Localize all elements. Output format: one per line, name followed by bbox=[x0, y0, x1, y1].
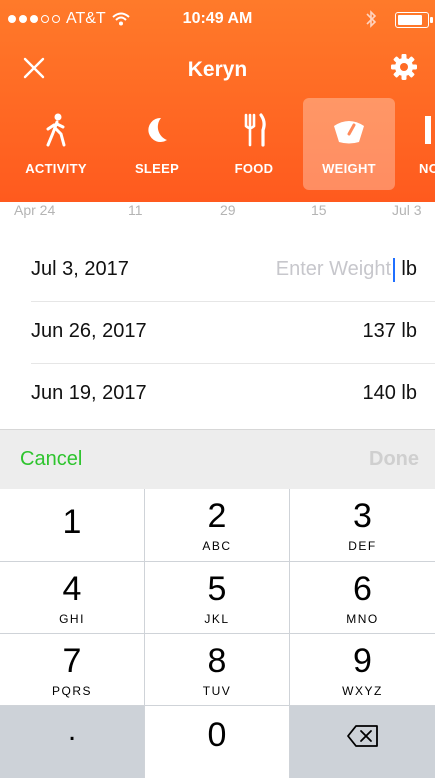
entry-weight: 137 lb bbox=[362, 320, 418, 342]
app-header: AT&T 10:49 AM Keryn ACTIVITY SLEEP FOOD … bbox=[0, 0, 435, 202]
key-5[interactable]: 5 JKL bbox=[145, 562, 289, 633]
key-letters: PQRS bbox=[51, 684, 92, 698]
walking-person-icon bbox=[46, 113, 66, 147]
entry-date: Jul 3, 2017 bbox=[31, 258, 129, 280]
key-6[interactable]: 6 MNO bbox=[290, 562, 435, 633]
text-cursor bbox=[393, 258, 395, 282]
entry-date: Jun 19, 2017 bbox=[31, 382, 147, 404]
entry-weight: 140 lb bbox=[362, 382, 418, 404]
key-letters: GHI bbox=[59, 612, 85, 626]
bluetooth-icon bbox=[366, 10, 377, 28]
weight-input[interactable]: Enter Weight bbox=[276, 258, 391, 281]
key-letters: TUV bbox=[202, 684, 232, 698]
unit-label: lb bbox=[401, 258, 417, 280]
key-4[interactable]: 4 GHI bbox=[0, 562, 144, 633]
battery-icon bbox=[395, 12, 433, 28]
key-decimal[interactable]: . bbox=[0, 706, 144, 778]
axis-tick: 11 bbox=[128, 202, 143, 218]
key-digit: 3 bbox=[353, 497, 372, 535]
backspace-icon bbox=[346, 725, 378, 747]
cancel-button[interactable]: Cancel bbox=[20, 448, 82, 471]
note-icon bbox=[425, 116, 431, 144]
key-7[interactable]: 7 PQRS bbox=[0, 634, 144, 705]
entry-date: Jun 26, 2017 bbox=[31, 320, 147, 342]
key-digit: 6 bbox=[353, 570, 372, 608]
key-letters: WXYZ bbox=[342, 684, 383, 698]
key-9[interactable]: 9 WXYZ bbox=[290, 634, 435, 705]
nav-bar: Keryn bbox=[0, 46, 435, 90]
moon-icon bbox=[148, 117, 167, 142]
key-8[interactable]: 8 TUV bbox=[145, 634, 289, 705]
key-delete[interactable] bbox=[290, 706, 435, 778]
tab-food[interactable]: FOOD bbox=[210, 98, 298, 190]
key-digit: 2 bbox=[207, 497, 227, 535]
list-item[interactable]: Jun 19, 2017 140 lb bbox=[0, 364, 435, 426]
key-digit: . bbox=[67, 714, 77, 747]
category-tabs: ACTIVITY SLEEP FOOD WEIGHT NO bbox=[0, 98, 435, 190]
list-item-editing[interactable]: Jul 3, 2017 Enter Weight lb bbox=[0, 240, 435, 302]
tab-label: SLEEP bbox=[134, 161, 180, 176]
key-letters: JKL bbox=[204, 612, 230, 626]
tab-label: ACTIVITY bbox=[25, 161, 87, 176]
keyboard-toolbar: Cancel Done bbox=[0, 429, 435, 490]
axis-tick: 29 bbox=[220, 202, 236, 218]
key-0[interactable]: 0 bbox=[145, 706, 289, 778]
key-2[interactable]: 2 ABC bbox=[145, 489, 289, 561]
axis-tick: Jul 3 bbox=[392, 202, 422, 218]
key-digit: 8 bbox=[207, 642, 227, 680]
done-button[interactable]: Done bbox=[369, 448, 419, 471]
list-item[interactable]: Jun 26, 2017 137 lb bbox=[0, 302, 435, 364]
chart-axis: Apr 24 11 29 15 Jul 3 bbox=[0, 200, 435, 220]
key-letters: ABC bbox=[202, 539, 232, 553]
tab-notes[interactable]: NO bbox=[405, 98, 435, 190]
key-letters: DEF bbox=[348, 539, 377, 553]
tab-label: FOOD bbox=[234, 161, 274, 176]
page-title: Keryn bbox=[187, 58, 248, 81]
number-keypad: 1 2 ABC 3 DEF 4 GHI 5 JKL 6 MNO 7 PQRS 8… bbox=[0, 489, 435, 778]
tab-activity[interactable]: ACTIVITY bbox=[12, 98, 100, 190]
key-1[interactable]: 1 bbox=[0, 489, 144, 561]
key-digit: 7 bbox=[62, 642, 82, 680]
key-3[interactable]: 3 DEF bbox=[290, 489, 435, 561]
axis-tick: Apr 24 bbox=[14, 202, 56, 218]
fork-knife-icon bbox=[244, 113, 266, 147]
key-digit: 9 bbox=[353, 642, 372, 680]
axis-tick: 15 bbox=[311, 202, 327, 218]
key-digit: 1 bbox=[62, 503, 82, 541]
key-digit: 5 bbox=[207, 570, 227, 608]
key-letters: MNO bbox=[346, 612, 379, 626]
tab-sleep[interactable]: SLEEP bbox=[113, 98, 201, 190]
gear-icon[interactable] bbox=[387, 50, 421, 84]
tab-weight[interactable]: WEIGHT bbox=[303, 98, 395, 190]
key-digit: 4 bbox=[62, 570, 82, 608]
scale-icon bbox=[334, 121, 364, 144]
tab-label: NO bbox=[419, 161, 435, 176]
key-digit: 0 bbox=[207, 716, 227, 754]
status-bar: AT&T 10:49 AM bbox=[0, 0, 435, 40]
tab-label: WEIGHT bbox=[322, 161, 376, 176]
